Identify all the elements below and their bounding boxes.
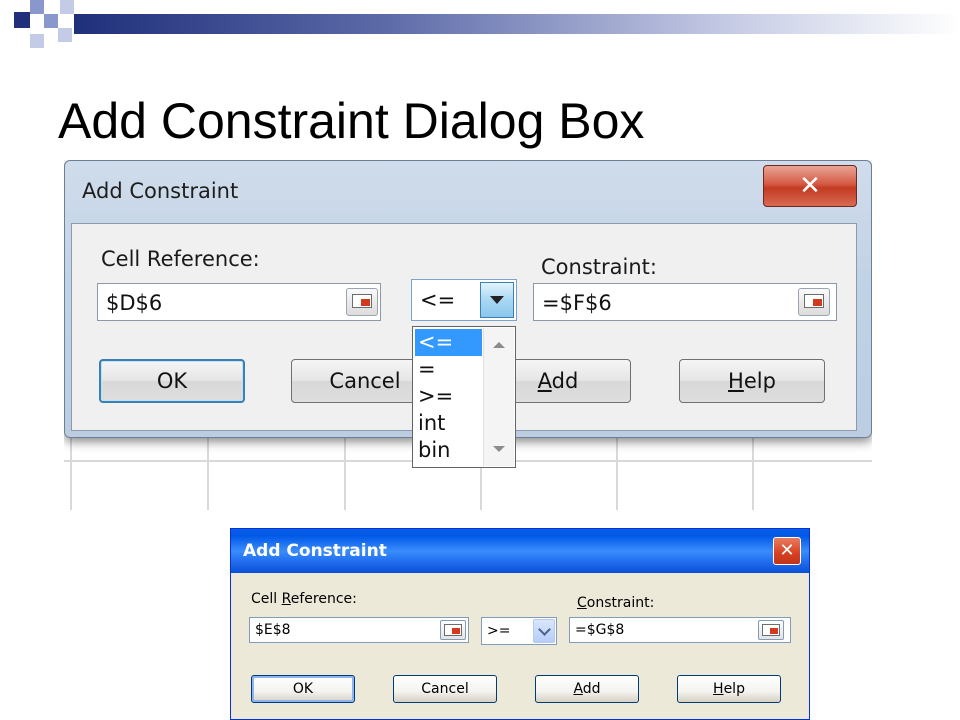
- close-icon: ✕: [779, 540, 795, 561]
- constraint-input[interactable]: =$F$6: [533, 283, 837, 321]
- decoration-square: [30, 34, 44, 48]
- decoration-square: [58, 28, 72, 42]
- xp-ok-button[interactable]: OK: [251, 675, 355, 703]
- decoration-square: [60, 0, 74, 14]
- scroll-down-icon[interactable]: [493, 446, 505, 452]
- constraint-label: Constraint:: [541, 255, 657, 279]
- xp-cancel-button-label: Cancel: [421, 681, 469, 697]
- xp-ok-button-label: OK: [292, 681, 314, 697]
- ok-button[interactable]: OK: [99, 359, 245, 403]
- slide-title: Add Constraint Dialog Box: [58, 93, 645, 149]
- operator-dropdown-list: <= = >= int bin: [412, 326, 516, 468]
- operator-option[interactable]: <=: [415, 329, 482, 356]
- xp-cell-reference-collapse-button[interactable]: [440, 620, 466, 640]
- xp-cell-reference-label: Cell Reference:: [251, 591, 357, 607]
- range-select-icon: [444, 624, 462, 636]
- dropdown-scrollbar[interactable]: [483, 328, 514, 466]
- ok-button-label: OK: [156, 369, 188, 393]
- operator-option[interactable]: >=: [415, 383, 482, 410]
- cancel-button-label: Cancel: [329, 369, 401, 393]
- cell-reference-value: $D$6: [106, 291, 163, 315]
- range-select-icon: [352, 294, 372, 308]
- xp-operator-dropdown-button[interactable]: [533, 619, 555, 643]
- dialog-title: Add Constraint: [82, 179, 239, 203]
- xp-close-button[interactable]: ✕: [773, 537, 801, 565]
- xp-help-button[interactable]: Help: [677, 675, 781, 703]
- xp-operator-select[interactable]: >=: [481, 617, 557, 645]
- decoration-square: [44, 14, 58, 28]
- operator-option[interactable]: =: [415, 356, 482, 383]
- cell-reference-label: Cell Reference:: [101, 247, 260, 271]
- xp-constraint-collapse-button[interactable]: [758, 620, 784, 640]
- range-select-icon: [804, 294, 824, 308]
- range-select-icon: [762, 624, 780, 636]
- add-button-label: Add: [537, 369, 579, 393]
- xp-add-constraint-dialog: Add Constraint ✕ Cell Reference: $E$8 >=…: [230, 528, 810, 720]
- operator-select[interactable]: <=: [411, 279, 517, 321]
- operator-dropdown-button[interactable]: [480, 282, 514, 318]
- win7-dialog-screenshot: Add Constraint ✕ Cell Reference: $D$6 <=…: [64, 160, 872, 510]
- help-button[interactable]: Help: [679, 359, 825, 403]
- operator-option[interactable]: int: [415, 410, 482, 437]
- xp-add-button[interactable]: Add: [535, 675, 639, 703]
- xp-constraint-label: Constraint:: [577, 595, 655, 611]
- constraint-collapse-button[interactable]: [798, 288, 830, 316]
- chevron-down-icon: [537, 622, 551, 636]
- decoration-square: [30, 0, 44, 14]
- scroll-up-icon[interactable]: [493, 342, 505, 348]
- decoration-bar: [74, 14, 960, 34]
- chevron-down-icon: [490, 296, 504, 304]
- xp-constraint-value: =$G$8: [575, 622, 625, 638]
- xp-cell-reference-input[interactable]: $E$8: [249, 617, 469, 643]
- xp-add-button-label: Add: [573, 681, 601, 697]
- xp-cell-reference-value: $E$8: [255, 622, 291, 638]
- xp-titlebar: Add Constraint ✕: [231, 529, 809, 573]
- xp-operator-value: >=: [487, 623, 511, 639]
- xp-dialog-title: Add Constraint: [243, 541, 387, 561]
- decoration-square: [14, 12, 30, 28]
- cell-reference-input[interactable]: $D$6: [97, 283, 381, 321]
- constraint-value: =$F$6: [542, 291, 612, 315]
- cell-reference-collapse-button[interactable]: [346, 288, 378, 316]
- operator-value: <=: [420, 288, 456, 312]
- close-button[interactable]: ✕: [763, 165, 857, 207]
- xp-help-button-label: Help: [713, 681, 745, 697]
- operator-option[interactable]: bin: [415, 437, 482, 464]
- xp-constraint-input[interactable]: =$G$8: [569, 617, 791, 643]
- xp-cancel-button[interactable]: Cancel: [393, 675, 497, 703]
- close-icon: ✕: [799, 171, 821, 201]
- help-button-label: Help: [728, 369, 776, 393]
